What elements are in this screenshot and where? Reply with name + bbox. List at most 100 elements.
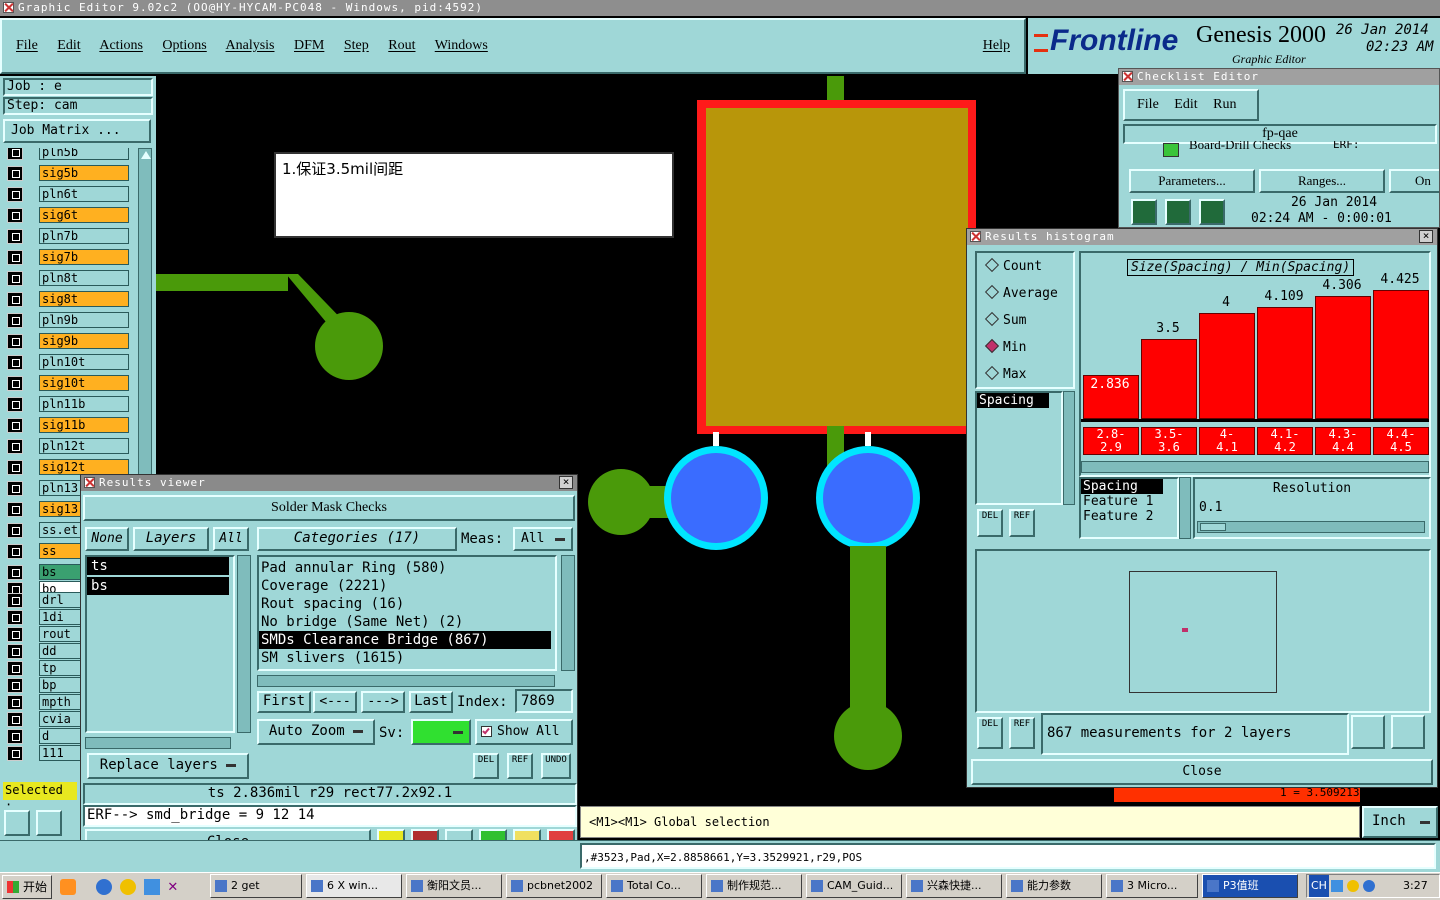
layer-name[interactable]: sig5b: [39, 165, 129, 181]
layer-name[interactable]: sig9b: [39, 333, 129, 349]
task-item[interactable]: Total Co...: [606, 874, 702, 898]
lang-indicator[interactable]: CH: [1309, 875, 1329, 897]
layer-name[interactable]: pln7b: [39, 228, 129, 244]
layer-checkbox[interactable]: [7, 678, 23, 693]
spacing-scrollbar[interactable]: [1179, 477, 1191, 539]
run-icon[interactable]: [1131, 199, 1157, 225]
result-layer-ts[interactable]: ts: [87, 557, 229, 575]
menu-options[interactable]: Options: [162, 38, 206, 53]
menu-step[interactable]: Step: [344, 38, 369, 53]
close-icon[interactable]: ×: [559, 476, 573, 489]
checklist-menu-edit[interactable]: Edit: [1174, 97, 1197, 112]
layer-checkbox[interactable]: [7, 208, 23, 223]
histogram-close-button[interactable]: Close: [971, 759, 1433, 785]
bin-label[interactable]: 4.1- 4.2: [1257, 427, 1313, 455]
run-selected-icon[interactable]: [1165, 199, 1191, 225]
menu-rout[interactable]: Rout: [388, 38, 415, 53]
layer-checkbox[interactable]: [7, 418, 23, 433]
menu-edit[interactable]: Edit: [57, 38, 80, 53]
layer-checkbox[interactable]: [7, 148, 23, 160]
resolution-slider[interactable]: [1197, 521, 1425, 533]
layer-checkbox[interactable]: [7, 229, 23, 244]
layer-checkbox[interactable]: [7, 397, 23, 412]
close-icon[interactable]: ×: [1419, 230, 1433, 243]
scroll-up-icon[interactable]: [141, 151, 151, 159]
category-scrollbar[interactable]: [561, 555, 575, 671]
layer-result-scrollbar[interactable]: [237, 555, 251, 733]
tray-icon[interactable]: [1363, 880, 1375, 892]
chart-settings-icon[interactable]: [1391, 715, 1425, 749]
feature1-item[interactable]: Feature 1: [1081, 494, 1177, 509]
layer-checkbox[interactable]: [7, 627, 23, 642]
layer-checkbox[interactable]: [7, 271, 23, 286]
category-item[interactable]: Rout spacing (16): [259, 595, 551, 613]
ie-icon[interactable]: [96, 879, 112, 895]
checklist-row[interactable]: Board-Drill Checks: [1189, 141, 1291, 153]
layer-name[interactable]: sig8t: [39, 291, 129, 307]
layer-name[interactable]: pln11b: [39, 396, 129, 412]
menu-actions[interactable]: Actions: [99, 38, 143, 53]
mode-count[interactable]: Count: [983, 255, 1042, 279]
checklist-menu-run[interactable]: Run: [1213, 97, 1236, 112]
job-matrix-button[interactable]: Job Matrix ...: [3, 119, 151, 143]
task-item[interactable]: CAM_Guid...: [806, 874, 902, 898]
mode-sum[interactable]: Sum: [983, 309, 1026, 333]
spacing-item[interactable]: Spacing: [1081, 479, 1163, 494]
layer-checkbox[interactable]: [7, 610, 23, 625]
step-field[interactable]: Step: cam: [3, 97, 153, 115]
layer-name[interactable]: pln9b: [39, 312, 129, 328]
layer-name[interactable]: sig10t: [39, 375, 129, 391]
layer-name[interactable]: sig11b: [39, 417, 129, 433]
bin-label[interactable]: 4.4- 4.5: [1373, 427, 1429, 455]
task-item[interactable]: 兴森快捷...: [906, 874, 1002, 898]
layer-name[interactable]: pln5b: [39, 148, 129, 160]
histogram-bar[interactable]: [1257, 306, 1313, 419]
result-layer-bs[interactable]: bs: [87, 577, 229, 595]
layer-checkbox[interactable]: [7, 292, 23, 307]
histogram-bar[interactable]: [1141, 339, 1197, 419]
layer-checkbox[interactable]: [7, 481, 23, 496]
layer-checkbox[interactable]: [7, 695, 23, 710]
layer-checkbox[interactable]: [7, 166, 23, 181]
menu-help[interactable]: Help: [983, 38, 1010, 54]
layers-button[interactable]: Layers: [133, 527, 209, 551]
layer-checkbox[interactable]: [7, 729, 23, 744]
layer-checkbox[interactable]: [7, 334, 23, 349]
layer-checkbox[interactable]: [7, 439, 23, 454]
category-hscrollbar[interactable]: [257, 675, 555, 687]
app-icon[interactable]: [120, 879, 136, 895]
measure-item[interactable]: Spacing: [977, 393, 1049, 408]
task-item[interactable]: 衡阳文员...: [406, 874, 502, 898]
menu-windows[interactable]: Windows: [435, 38, 488, 53]
task-item[interactable]: 制作规范...: [706, 874, 802, 898]
task-item[interactable]: 3 Micro...: [1106, 874, 1198, 898]
category-item[interactable]: SM slivers (1615): [259, 649, 551, 667]
menu-dfm[interactable]: DFM: [294, 38, 324, 53]
task-item[interactable]: 6 X win...: [306, 874, 402, 898]
zoom-tool-icon[interactable]: [4, 810, 30, 836]
layer-checkbox[interactable]: [7, 544, 23, 559]
category-item[interactable]: Pad annular Ring (580): [259, 559, 551, 577]
tray-icon[interactable]: [1347, 880, 1359, 892]
replace-layers-button[interactable]: Replace layers: [87, 753, 249, 779]
app-icon[interactable]: [144, 879, 160, 895]
menu-analysis[interactable]: Analysis: [226, 38, 275, 53]
chart-export-icon[interactable]: [1351, 715, 1385, 749]
checklist-menu-file[interactable]: File: [1137, 97, 1159, 112]
histogram-del-button[interactable]: DEL: [977, 509, 1003, 537]
first-button[interactable]: First: [257, 691, 311, 713]
histogram-bar[interactable]: [1199, 312, 1255, 419]
prev-button[interactable]: <---: [313, 691, 357, 713]
layer-name[interactable]: sig7b: [39, 249, 129, 265]
layer-name[interactable]: sig6t: [39, 207, 129, 223]
start-button[interactable]: 开始: [2, 875, 52, 899]
del-button[interactable]: DEL: [473, 753, 499, 779]
ref-button[interactable]: REF: [507, 753, 533, 779]
other-button[interactable]: On: [1389, 169, 1439, 193]
preview-ref-button[interactable]: REF: [1009, 717, 1035, 749]
layer-checkbox[interactable]: [7, 644, 23, 659]
layer-checkbox[interactable]: [7, 746, 23, 761]
layer-checkbox[interactable]: [7, 313, 23, 328]
preview-del-button[interactable]: DEL: [977, 717, 1003, 749]
bin-label[interactable]: 4- 4.1: [1199, 427, 1255, 455]
